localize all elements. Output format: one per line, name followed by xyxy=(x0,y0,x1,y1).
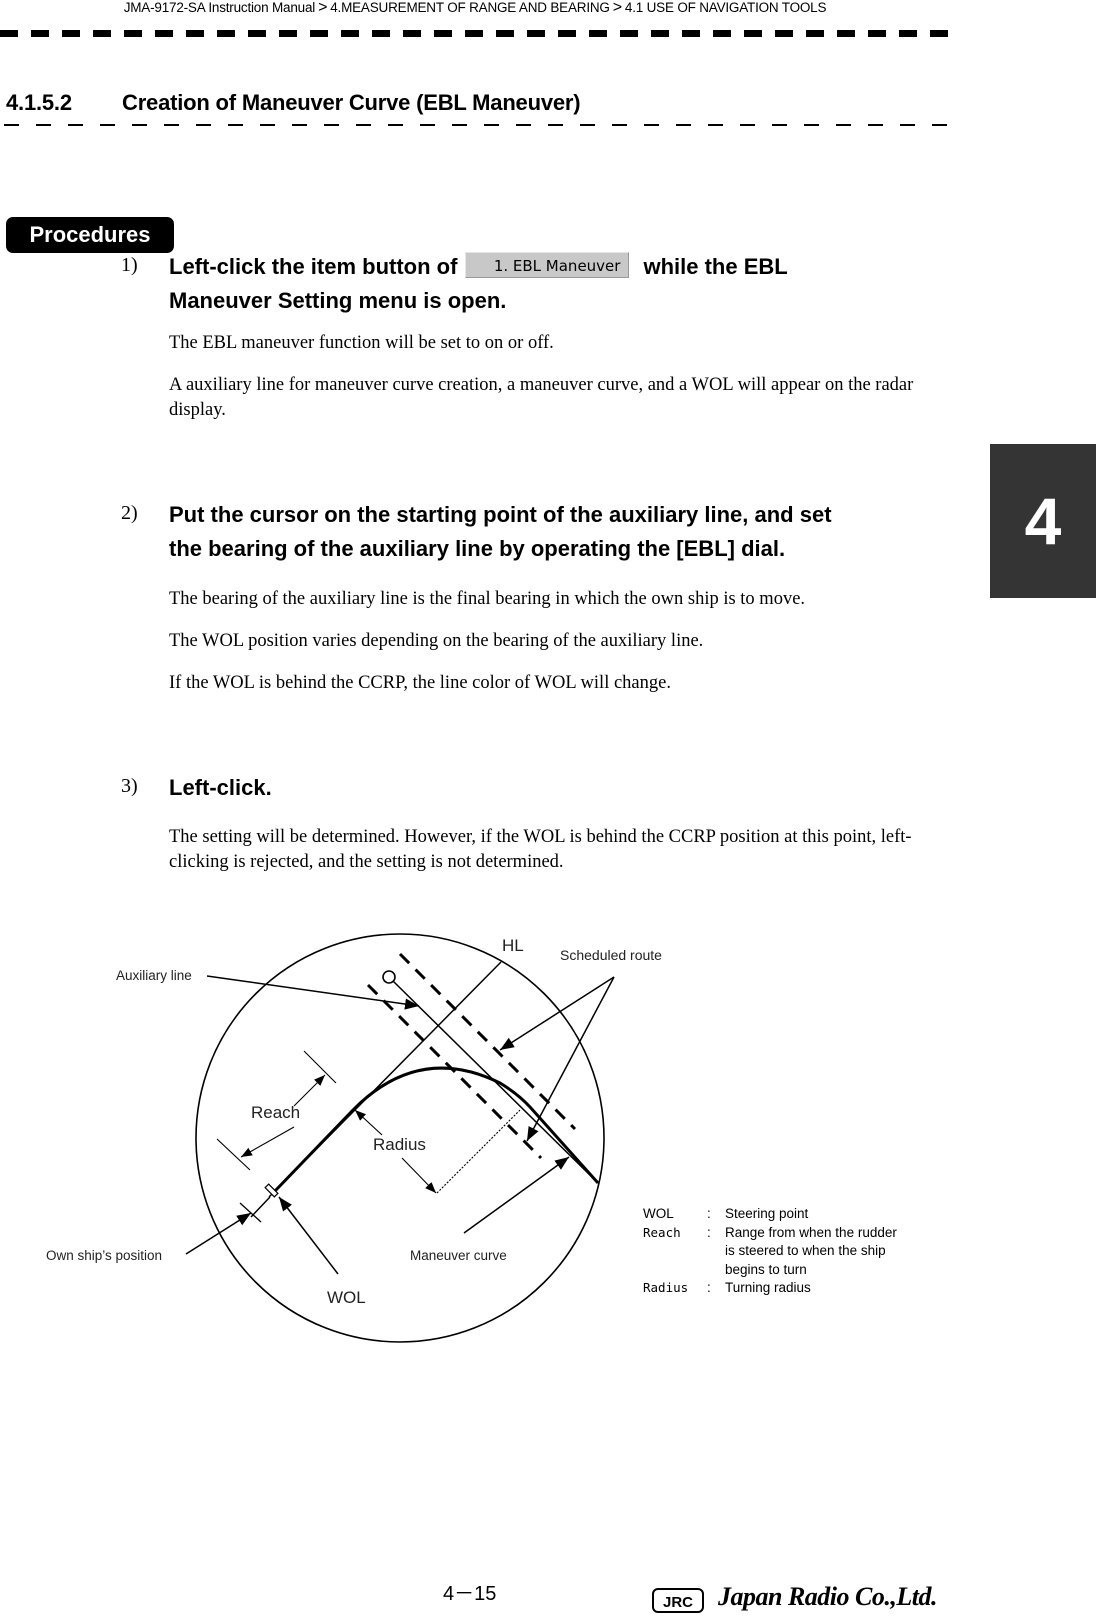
diagram-legend: WOL: Steering point Reach: Range from when… xyxy=(643,1205,897,1298)
step-1-heading-text-after: while the EBL xyxy=(643,254,788,279)
step-2-number: 2) xyxy=(121,502,138,524)
step-1-number: 1) xyxy=(121,254,138,276)
breadcrumb-item-manual[interactable]: JMA-9172-SA Instruction Manual xyxy=(124,0,316,15)
legend-desc: Range from when the rudder xyxy=(725,1224,897,1240)
step-2-para-3: If the WOL is behind the CCRP, the line … xyxy=(169,673,671,693)
section-title: 4.1.5.2 Creation of Maneuver Curve (EBL M… xyxy=(6,90,581,116)
step-2-para-1: The bearing of the auxiliary line is the… xyxy=(169,589,806,609)
own-ship-track xyxy=(250,1196,271,1218)
legend-sep: : xyxy=(707,1206,711,1221)
reach-tick-2 xyxy=(303,1050,337,1084)
legend-desc-cont: is steered to when the ship xyxy=(725,1243,886,1258)
radius-line xyxy=(436,1109,521,1194)
step-3-number: 3) xyxy=(121,775,138,797)
step-2-heading-line2: the bearing of the auxiliary line by ope… xyxy=(169,536,786,561)
reach-arrow-1 xyxy=(240,1126,295,1158)
legend-item-reach: Reach: Range from when the rudder xyxy=(643,1224,897,1243)
step-2-para-2: The WOL position varies depending on the… xyxy=(169,631,704,651)
step-3-heading: Left-click. xyxy=(169,775,272,800)
auxiliary-line-label: Auxiliary line xyxy=(116,968,192,983)
breadcrumb-separator: > xyxy=(318,0,328,16)
step-1-heading: Left-click the item button of 1. EBL Mane… xyxy=(169,250,949,318)
legend-desc: Turning radius xyxy=(725,1280,811,1295)
procedures-badge: Procedures xyxy=(6,217,174,253)
radius-arrow-2 xyxy=(401,1157,437,1194)
step-1-heading-text: Left-click the item button of xyxy=(169,254,458,279)
legend-desc: Steering point xyxy=(725,1206,809,1221)
wol-arrow xyxy=(278,1196,339,1275)
breadcrumb-separator: > xyxy=(612,0,622,16)
radius-label: Radius xyxy=(373,1135,426,1154)
reach-arrow-2 xyxy=(293,1074,326,1107)
legend-desc-cont: begins to turn xyxy=(725,1261,807,1277)
maneuver-curve xyxy=(273,1066,600,1193)
maneuver-curve-arrow xyxy=(463,1156,570,1234)
breadcrumb: JMA-9172-SA Instruction Manual >4.MEASURE… xyxy=(0,0,950,16)
jrc-logo: JRC xyxy=(652,1588,704,1613)
legend-term: Radius xyxy=(643,1280,689,1295)
legend-sep: : xyxy=(707,1280,711,1295)
breadcrumb-item-chapter[interactable]: 4.MEASUREMENT OF RANGE AND BEARING xyxy=(330,0,610,15)
legend-sep: : xyxy=(707,1224,711,1240)
scheduled-route-arrow-1 xyxy=(499,976,615,1051)
section-divider xyxy=(4,124,956,126)
step-2-heading: Put the cursor on the starting point of … xyxy=(169,498,969,566)
ebl-maneuver-button[interactable]: 1. EBL Maneuver xyxy=(465,252,630,279)
reach-label: Reach xyxy=(251,1103,300,1122)
own-ship-position-label: Own ship’s position xyxy=(46,1248,162,1263)
wol-label: WOL xyxy=(327,1288,366,1307)
company-logo-text: Japan Radio Co.,Ltd. xyxy=(718,1582,937,1611)
step-2-heading-line1: Put the cursor on the starting point of … xyxy=(169,502,832,527)
chapter-tab[interactable]: 4 xyxy=(990,444,1096,598)
page-number: 4－15 xyxy=(443,1583,497,1605)
breadcrumb-item-section[interactable]: 4.1 USE OF NAVIGATION TOOLS xyxy=(625,0,827,15)
legend-item-radius: Radius: Turning radius xyxy=(643,1279,897,1298)
scheduled-route-arrow-2 xyxy=(526,976,615,1142)
radius-arrow-1 xyxy=(354,1109,383,1136)
step-1-heading-line2: Maneuver Setting menu is open. xyxy=(169,288,507,313)
maneuver-curve-label: Maneuver curve xyxy=(410,1248,507,1263)
legend-item-wol: WOL: Steering point xyxy=(643,1205,897,1224)
hl-label: HL xyxy=(502,936,524,955)
legend-term: WOL xyxy=(643,1206,674,1221)
own-ship-arrow xyxy=(185,1212,252,1255)
step-1-para-1: The EBL maneuver function will be set to… xyxy=(169,333,554,353)
scheduled-route-line-1 xyxy=(398,952,577,1131)
section-title-text: Creation of Maneuver Curve (EBL Maneuver… xyxy=(122,90,581,115)
section-number: 4.1.5.2 xyxy=(6,90,72,115)
step-3-para-1: The setting will be determined. However,… xyxy=(169,827,912,872)
scheduled-route-label: Scheduled route xyxy=(560,947,662,963)
step-1-para-2: A auxiliary line for maneuver curve crea… xyxy=(169,375,914,420)
header-divider xyxy=(0,30,955,37)
legend-term: Reach xyxy=(643,1224,681,1240)
